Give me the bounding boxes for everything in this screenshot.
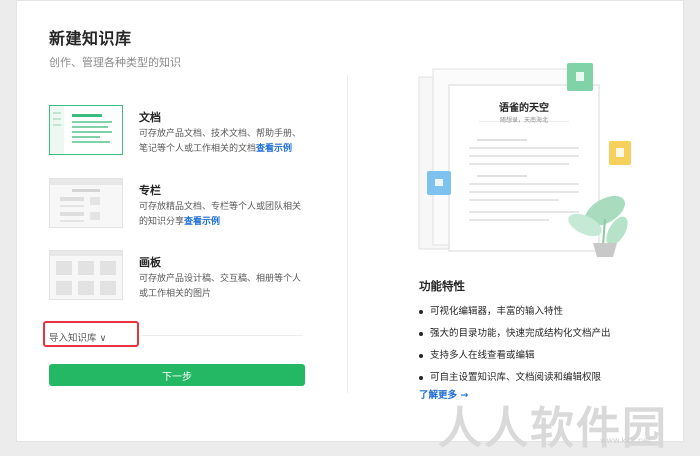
create-library-panel: 新建知识库 创作、管理各种类型的知识 文档 可存放产品文档、技术文档、帮助手册、… bbox=[16, 0, 684, 442]
feature-item: 支持多人在线查看或编辑 bbox=[419, 349, 611, 371]
option-title: 文档 bbox=[139, 111, 161, 124]
feature-item: 可视化编辑器，丰富的输入特性 bbox=[419, 305, 611, 327]
illustration-doc-subtitle: 随想录，天南海北 bbox=[499, 117, 548, 124]
column-thumbnail bbox=[49, 178, 123, 228]
type-option-column[interactable]: 专栏 可存放精品文档、专栏等个人或团队相关的知识分享查看示例 bbox=[49, 178, 309, 234]
site-watermark: 人人软件园 bbox=[438, 403, 668, 454]
option-description: 可存放产品文档、技术文档、帮助手册、笔记等个人或工作相关的文档查看示例 bbox=[139, 129, 302, 154]
option-description: 可存放产品设计稿、交互稿、相册等个人或工作相关的图片 bbox=[139, 274, 302, 299]
option-description: 可存放精品文档、专栏等个人或团队相关的知识分享查看示例 bbox=[139, 202, 302, 227]
knowledge-base-illustration: 语雀的天空 随想录，天南海北 bbox=[407, 59, 637, 259]
import-library-button[interactable]: 导入知识库 ∨ bbox=[49, 330, 107, 344]
feature-item: 强大的目录功能，快速完成结构化文档产出 bbox=[419, 327, 611, 349]
doc-thumbnail bbox=[49, 105, 123, 155]
board-thumbnail bbox=[49, 250, 123, 300]
features-list: 可视化编辑器，丰富的输入特性 强大的目录功能，快速完成结构化文档产出 支持多人在… bbox=[419, 305, 611, 393]
option-title: 画板 bbox=[139, 256, 161, 269]
features-title: 功能特性 bbox=[419, 279, 465, 293]
view-example-link[interactable]: 查看示例 bbox=[184, 217, 220, 227]
column-divider bbox=[347, 75, 348, 393]
view-example-link[interactable]: 查看示例 bbox=[256, 144, 292, 154]
site-watermark-url: www.kkx.net bbox=[600, 436, 652, 445]
page-title: 新建知识库 bbox=[49, 29, 132, 48]
separator bbox=[141, 335, 303, 336]
chevron-down-icon: ∨ bbox=[99, 333, 107, 344]
page-subtitle: 创作、管理各种类型的知识 bbox=[49, 56, 181, 69]
type-option-board[interactable]: 画板 可存放产品设计稿、交互稿、相册等个人或工作相关的图片 bbox=[49, 250, 309, 306]
next-step-button[interactable]: 下一步 bbox=[49, 364, 305, 386]
option-title: 专栏 bbox=[139, 184, 161, 197]
illustration-doc-title: 语雀的天空 bbox=[499, 103, 549, 114]
type-option-doc[interactable]: 文档 可存放产品文档、技术文档、帮助手册、笔记等个人或工作相关的文档查看示例 bbox=[49, 105, 309, 161]
